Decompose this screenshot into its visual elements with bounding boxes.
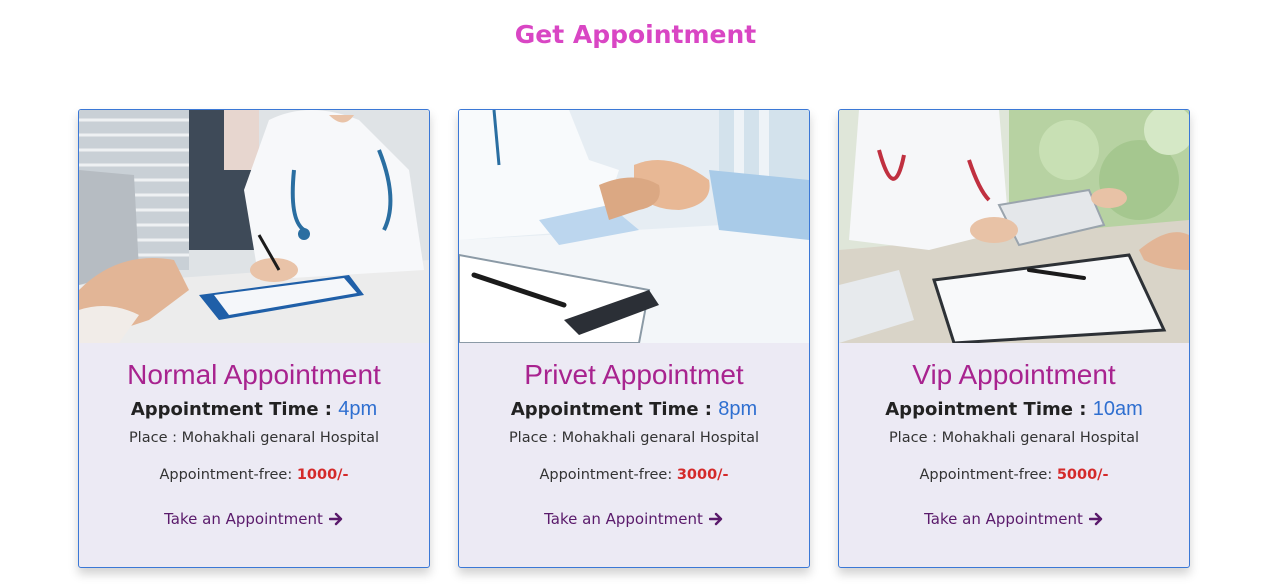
take-appointment-button[interactable]: Take an Appointment [164,510,344,528]
fee-label: Appointment-free: [159,467,293,483]
appointment-card-privet: Privet Appointmet Appointment Time : 8pm… [458,109,810,568]
place-text: Place : Mohakhali genaral Hospital [508,430,760,446]
page-title: Get Appointment [514,20,757,49]
arrow-right-icon [328,512,344,526]
time-value: 8pm [718,398,758,420]
card-title: Normal Appointment [127,359,381,390]
arrow-right-icon [708,512,724,526]
time-label: Appointment Time : [510,399,712,420]
take-appointment-button[interactable]: Take an Appointment [544,510,724,528]
fee-label: Appointment-free: [539,467,673,483]
time-value: 4pm [338,398,378,420]
appointment-fee: Appointment-free: 1000/- [79,467,429,483]
place-text: Place : Mohakhali genaral Hospital [888,430,1140,446]
fee-label: Appointment-free: [919,467,1053,483]
appointment-fee: Appointment-free: 3000/- [459,467,809,483]
arrow-right-icon [1088,512,1104,526]
appointment-time: Appointment Time : 4pm [79,398,429,421]
card-title: Vip Appointment [912,359,1116,390]
cta-label: Take an Appointment [164,510,323,528]
appointment-card-vip: Vip Appointment Appointment Time : 10am … [838,109,1190,568]
time-value: 10am [1092,398,1143,420]
doctor-photo [839,110,1189,343]
appointment-fee: Appointment-free: 5000/- [839,467,1189,483]
appointment-cards: Normal Appointment Appointment Time : 4p… [78,109,1190,568]
time-label: Appointment Time : [885,399,1087,420]
appointment-card-normal: Normal Appointment Appointment Time : 4p… [78,109,430,568]
cta-label: Take an Appointment [924,510,1083,528]
fee-value: 3000/- [676,467,729,483]
cta-label: Take an Appointment [544,510,703,528]
take-appointment-button[interactable]: Take an Appointment [924,510,1104,528]
appointment-time: Appointment Time : 10am [839,398,1189,421]
doctor-photo [459,110,809,343]
time-label: Appointment Time : [130,399,332,420]
fee-value: 1000/- [296,467,349,483]
fee-value: 5000/- [1056,467,1109,483]
appointment-time: Appointment Time : 8pm [459,398,809,421]
place-text: Place : Mohakhali genaral Hospital [128,430,380,446]
card-title: Privet Appointmet [524,359,744,390]
doctor-photo [79,110,429,343]
